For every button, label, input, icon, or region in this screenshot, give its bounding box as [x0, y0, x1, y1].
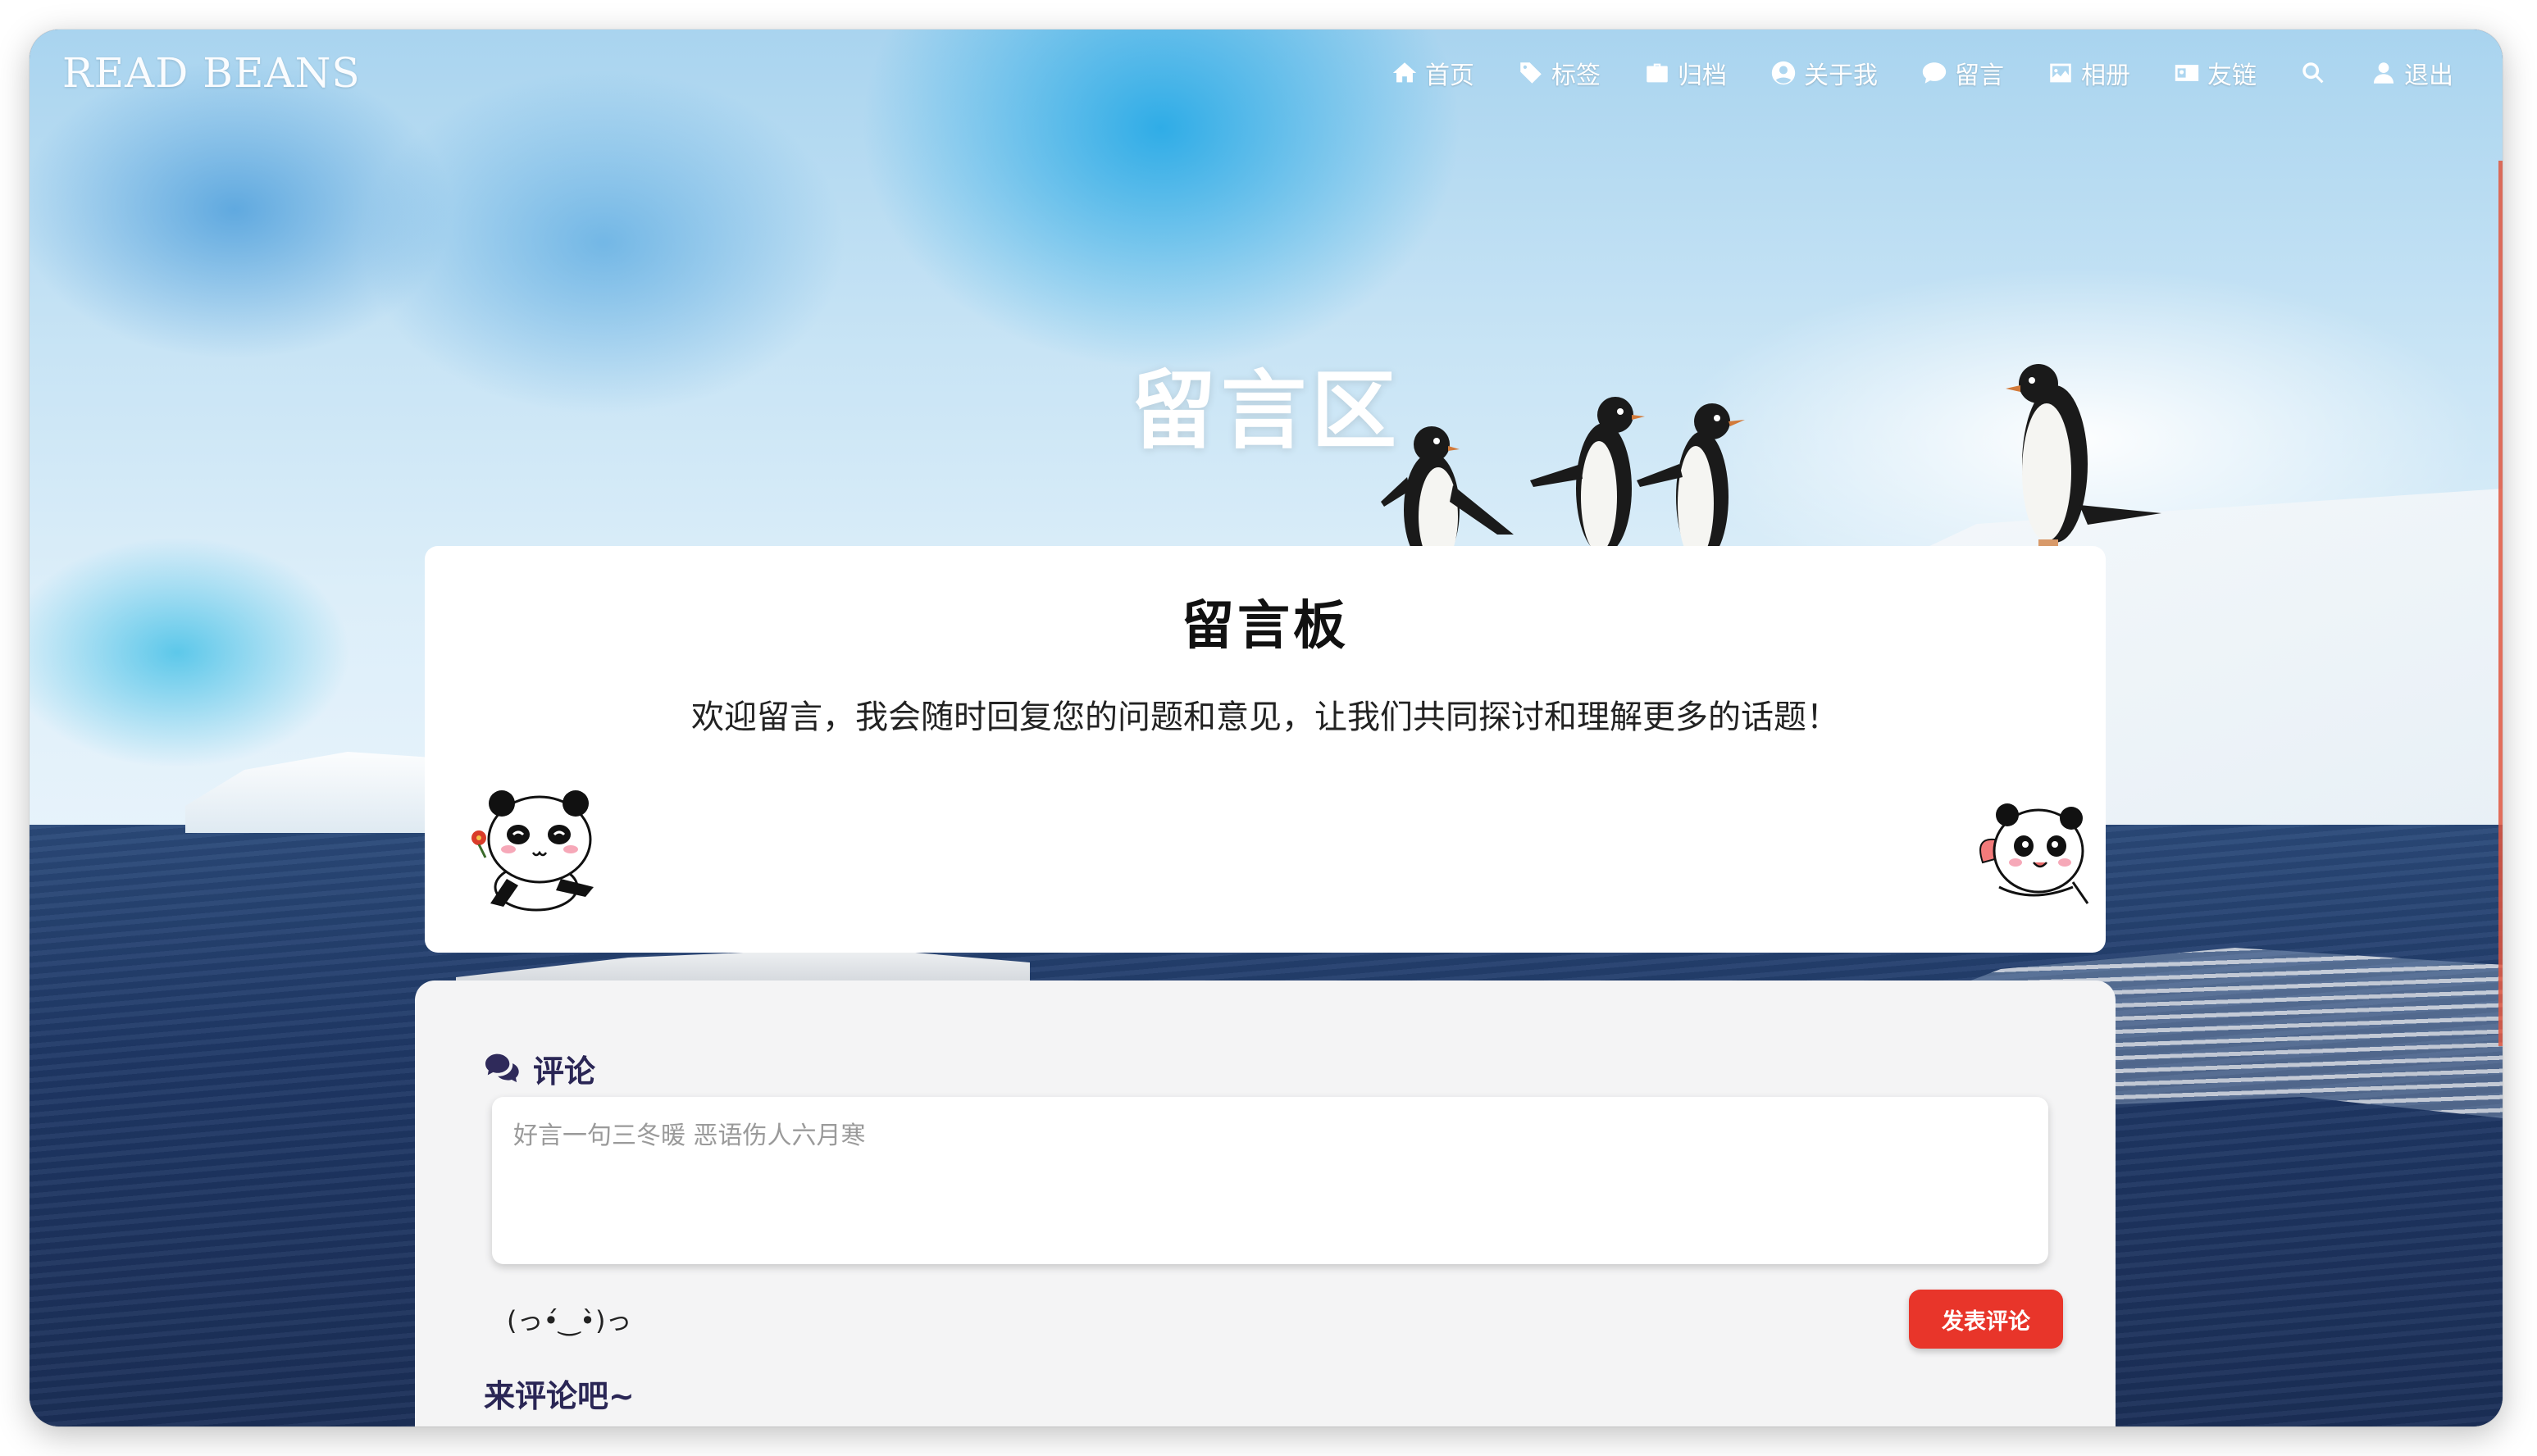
- nav-album[interactable]: 相册: [2047, 55, 2130, 91]
- nav-label: 相册: [2081, 61, 2130, 90]
- nav-links[interactable]: 友链: [2173, 55, 2257, 91]
- comment-section: 评论 (っ•́‿•̀)っ 发表评论 来评论吧~: [415, 981, 2116, 1426]
- comment-icon: [1922, 62, 1947, 84]
- id-card-icon: [2175, 65, 2199, 81]
- page-title: 留言区: [1130, 361, 1401, 461]
- panda-sticker-right: [1979, 803, 2089, 904]
- nav-label: 归档: [1678, 61, 1727, 90]
- briefcase-icon: [1647, 63, 1668, 83]
- empty-comments-hint: 来评论吧~: [484, 1378, 635, 1414]
- top-nav-bar: READ BEANS 首页 标签 归档 关于我 留言 相册 友链 退出: [30, 30, 2503, 116]
- home-icon: [1392, 62, 1417, 83]
- nav-about[interactable]: 关于我: [1770, 55, 1878, 91]
- board-description: 欢迎留言，我会随时回复您的问题和意见，让我们共同探讨和理解更多的话题！: [691, 698, 1839, 736]
- user-icon: [2373, 62, 2394, 84]
- nav-label: 首页: [1425, 61, 1474, 90]
- nav-label: 退出: [2404, 61, 2453, 90]
- tag-icon: [1520, 62, 1542, 84]
- user-circle-icon: [1771, 61, 1796, 85]
- panda-sticker-left: [471, 790, 594, 912]
- nav-label: 标签: [1551, 61, 1601, 90]
- submit-comment-button[interactable]: 发表评论: [1909, 1290, 2063, 1349]
- nav-label: 关于我: [1804, 61, 1878, 90]
- nav-guestbook[interactable]: 留言: [1920, 55, 2004, 91]
- search-icon: [2302, 62, 2324, 84]
- nav-archive[interactable]: 归档: [1643, 55, 1727, 91]
- nav-home[interactable]: 首页: [1391, 55, 1474, 91]
- comment-heading: 评论: [484, 1046, 595, 1091]
- nav-label: 留言: [1955, 61, 2004, 90]
- comment-input[interactable]: [492, 1097, 2048, 1264]
- nav-search[interactable]: [2299, 59, 2327, 87]
- site-logo[interactable]: READ BEANS: [62, 49, 361, 97]
- nav-tags[interactable]: 标签: [1517, 55, 1601, 91]
- nav-label: 友链: [2207, 61, 2257, 90]
- message-board-card: 留言板 欢迎留言，我会随时回复您的问题和意见，让我们共同探讨和理解更多的话题！: [425, 546, 2106, 953]
- scrollbar-accent: [2498, 161, 2503, 1046]
- board-title: 留言板: [1182, 596, 1349, 657]
- emoji-picker-button[interactable]: (っ•́‿•̀)っ: [507, 1300, 631, 1338]
- nav-menu: 首页 标签 归档 关于我 留言 相册 友链 退出: [1391, 55, 2453, 91]
- browser-window: READ BEANS 首页 标签 归档 关于我 留言 相册 友链 退出 留言区 …: [30, 30, 2503, 1426]
- image-icon: [2050, 63, 2071, 83]
- comment-heading-label: 评论: [533, 1053, 596, 1090]
- nav-logout[interactable]: 退出: [2370, 55, 2453, 91]
- comments-icon: [485, 1053, 519, 1082]
